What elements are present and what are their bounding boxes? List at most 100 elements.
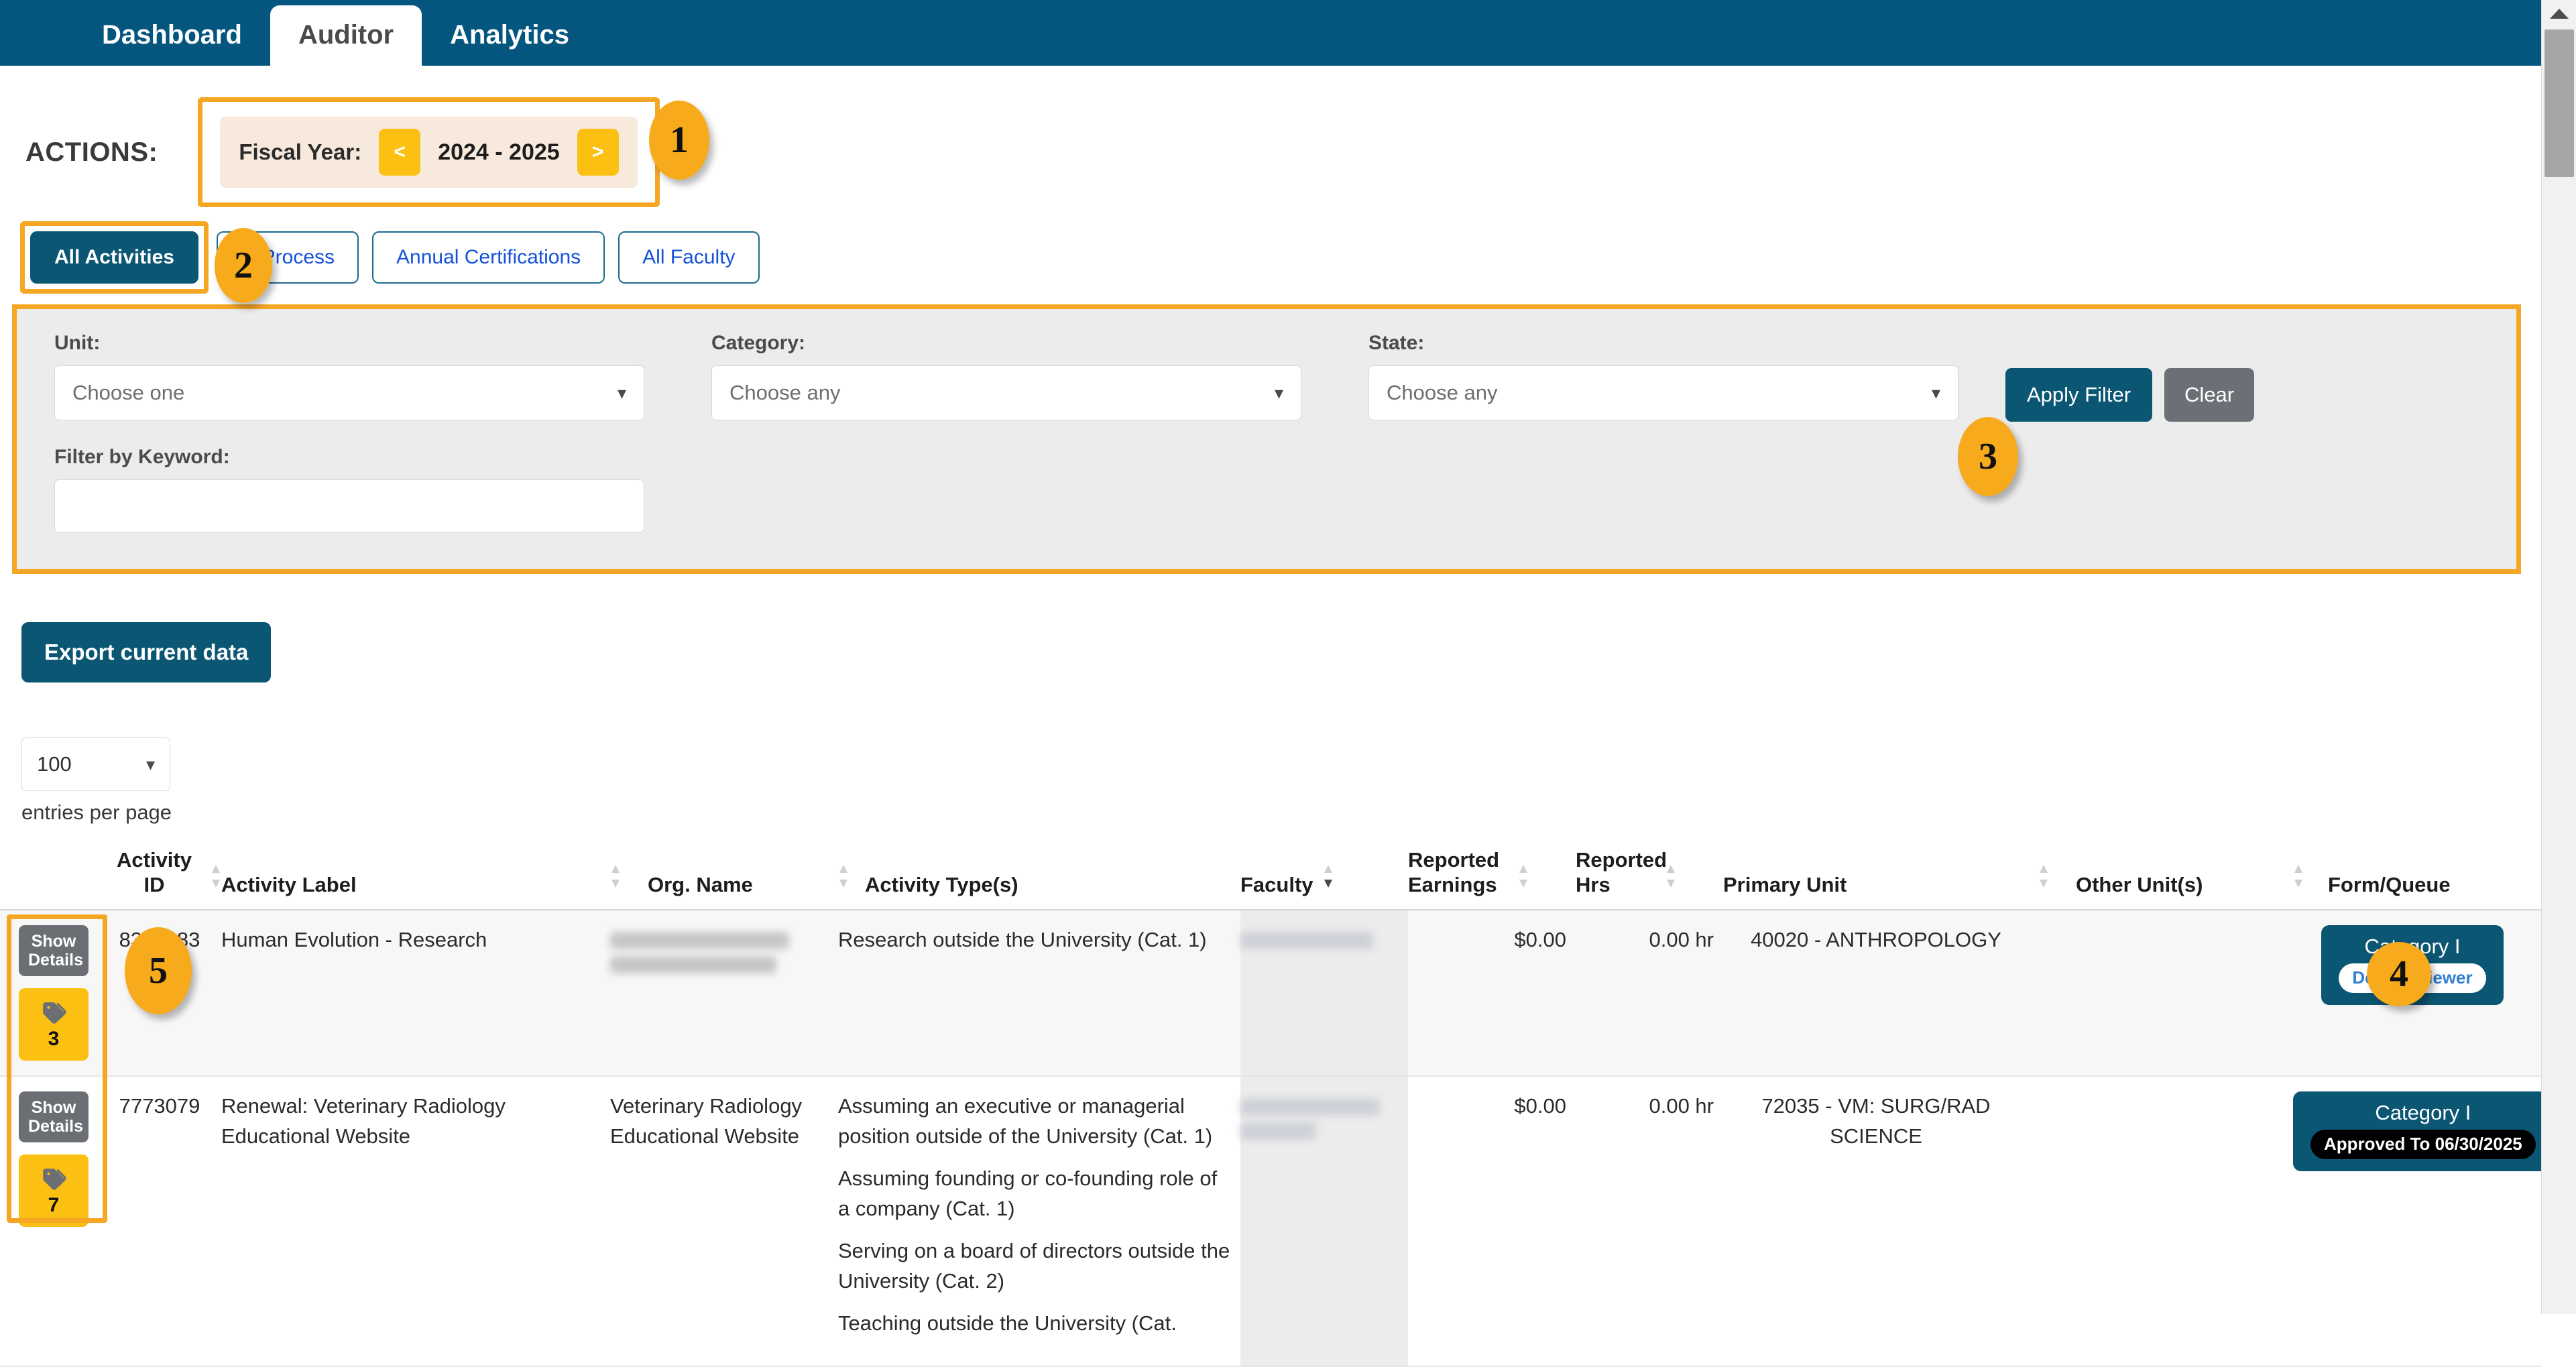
nav-tab-analytics[interactable]: Analytics [422, 21, 597, 66]
table-header-row: Activity ID Activity Label Org. Name Act… [0, 847, 2541, 911]
callout-1: 1 [649, 101, 709, 180]
sort-icon [211, 862, 221, 896]
vertical-scrollbar[interactable] [2541, 0, 2576, 1314]
cell-activity-types: Assuming an executive or managerial posi… [838, 1076, 1240, 1367]
fiscal-year-prev-button[interactable]: < [379, 129, 421, 176]
tab-all-faculty[interactable]: All Faculty [618, 231, 760, 284]
th-org-name[interactable]: Org. Name [610, 847, 838, 911]
activity-type-item: Serving on a board of directors outside … [838, 1239, 1230, 1293]
row-actions-cell: Show Details 3 [0, 910, 107, 1077]
callout-4: 4 [2367, 942, 2431, 1006]
sort-icon [1665, 862, 1676, 896]
fiscal-year-highlight: Fiscal Year: < 2024 - 2025 > [198, 97, 660, 207]
callout-5: 5 [125, 927, 192, 1014]
fiscal-year-next-button[interactable]: > [577, 129, 619, 176]
entries-per-page-select[interactable]: 100 ▾ [21, 737, 170, 791]
cell-faculty [1240, 910, 1408, 1077]
sort-icon-active [1323, 862, 1334, 896]
th-reported-earnings[interactable]: Reported Earnings [1408, 847, 1576, 911]
filter-actions: Apply Filter Clear [2005, 332, 2479, 422]
activity-types-list: Assuming an executive or managerial posi… [838, 1091, 1231, 1339]
cell-activity-label: Human Evolution - Research [221, 910, 610, 1077]
sort-icon [838, 862, 849, 896]
cell-reported-earnings: $0.00 [1408, 910, 1576, 1077]
cell-faculty [1240, 1076, 1408, 1367]
actions-label: ACTIONS: [25, 137, 158, 167]
category-select[interactable]: Choose any ▾ [711, 365, 1301, 420]
main-navigation: Dashboard Auditor Analytics [0, 0, 2576, 66]
cell-other-units [2038, 1076, 2293, 1367]
nav-tab-auditor[interactable]: Auditor [270, 5, 422, 66]
tag-count-button[interactable]: 7 [19, 1154, 89, 1228]
th-activity-types-label: Activity Type(s) [865, 873, 1018, 897]
tag-count-value: 3 [48, 1027, 60, 1050]
activity-type-item: Teaching outside the University (Cat. [838, 1311, 1177, 1335]
row-actions-cell: Show Details 7 [0, 1076, 107, 1367]
sort-icon [2293, 862, 2304, 896]
activity-types-list: Research outside the University (Cat. 1) [838, 925, 1231, 955]
chevron-up-icon [2550, 8, 2569, 19]
export-current-data-button[interactable]: Export current data [21, 622, 272, 682]
th-activity-id[interactable]: Activity ID [107, 847, 221, 911]
activity-type-item: Research outside the University (Cat. 1) [838, 928, 1207, 952]
cell-activity-label: Renewal: Veterinary Radiology Educationa… [221, 1076, 610, 1367]
th-reported-hrs[interactable]: Reported Hrs [1576, 847, 1723, 911]
category-filter-group: Category: Choose any ▾ [711, 332, 1335, 422]
table-row: Show Details 7 7773079 Renewal: Veterina… [0, 1076, 2553, 1367]
th-activity-id-label: Activity ID [117, 848, 192, 897]
nav-tab-dashboard[interactable]: Dashboard [74, 21, 270, 66]
tag-icon [40, 1000, 67, 1028]
tab-annual-certifications[interactable]: Annual Certifications [372, 231, 605, 284]
tag-icon [40, 1167, 67, 1194]
activity-type-item: Assuming an executive or managerial posi… [838, 1094, 1213, 1148]
fiscal-year-label: Fiscal Year: [239, 139, 362, 164]
filter-tabs: All Activities in Process Annual Certifi… [0, 221, 2541, 294]
th-activity-types[interactable]: Activity Type(s) [838, 847, 1240, 911]
th-faculty-label: Faculty [1240, 873, 1313, 897]
form-queue-title: Category I [2375, 1101, 2471, 1125]
state-filter-group: State: Choose any ▾ [1368, 332, 1972, 422]
keyword-input[interactable] [54, 479, 644, 533]
th-activity-label-label: Activity Label [221, 873, 357, 897]
clear-filter-button[interactable]: Clear [2164, 368, 2255, 422]
cell-reported-hrs: 0.00 hr [1576, 1076, 1723, 1367]
actions-row: ACTIONS: Fiscal Year: < 2024 - 2025 > [0, 66, 2541, 207]
state-label: State: [1368, 332, 1425, 354]
activity-type-item: Assuming founding or co-founding role of… [838, 1167, 1218, 1221]
cell-activity-types: Research outside the University (Cat. 1) [838, 910, 1240, 1077]
chevron-down-icon: ▾ [617, 382, 626, 403]
entries-per-page-caption: entries per page [21, 800, 172, 824]
tag-count-button[interactable]: 3 [19, 988, 89, 1061]
page-body: ACTIONS: Fiscal Year: < 2024 - 2025 > Al… [0, 66, 2553, 1367]
sort-icon [2038, 862, 2049, 896]
th-form-queue-label: Form/Queue [2328, 873, 2451, 897]
unit-select[interactable]: Choose one ▾ [54, 365, 644, 420]
tab-all-activities[interactable]: All Activities [30, 231, 198, 284]
th-activity-label[interactable]: Activity Label [221, 847, 610, 911]
show-details-button[interactable]: Show Details [19, 1091, 89, 1143]
all-activities-highlight: All Activities [20, 221, 209, 294]
th-org-name-label: Org. Name [648, 873, 753, 897]
cell-form-queue: Category I Approved To 06/30/2025 [2293, 1076, 2553, 1367]
entries-per-page-value: 100 [37, 752, 72, 776]
sort-icon [1518, 862, 1529, 896]
apply-filter-button[interactable]: Apply Filter [2005, 368, 2153, 422]
form-queue-button[interactable]: Category I Approved To 06/30/2025 [2293, 1091, 2553, 1171]
state-select-value: Choose any [1387, 381, 1498, 404]
chevron-down-icon: ▾ [1274, 382, 1283, 403]
cell-org-name: Veterinary Radiology Educational Website [610, 1076, 838, 1367]
unit-label: Unit: [54, 332, 101, 354]
cell-reported-earnings: $0.00 [1408, 1076, 1576, 1367]
category-select-value: Choose any [729, 381, 841, 404]
tag-count-value: 7 [48, 1193, 60, 1216]
th-other-units[interactable]: Other Unit(s) [2038, 847, 2293, 911]
state-select[interactable]: Choose any ▾ [1368, 365, 1958, 420]
scrollbar-thumb[interactable] [2544, 29, 2574, 177]
keyword-label: Filter by Keyword: [54, 446, 230, 468]
cell-activity-id: 7773079 [107, 1076, 221, 1367]
show-details-button[interactable]: Show Details [19, 925, 89, 977]
fiscal-year-selector: Fiscal Year: < 2024 - 2025 > [220, 117, 638, 188]
th-primary-unit[interactable]: Primary Unit [1723, 847, 2038, 911]
scroll-up-button[interactable] [2542, 0, 2576, 27]
th-faculty[interactable]: Faculty [1240, 847, 1408, 911]
